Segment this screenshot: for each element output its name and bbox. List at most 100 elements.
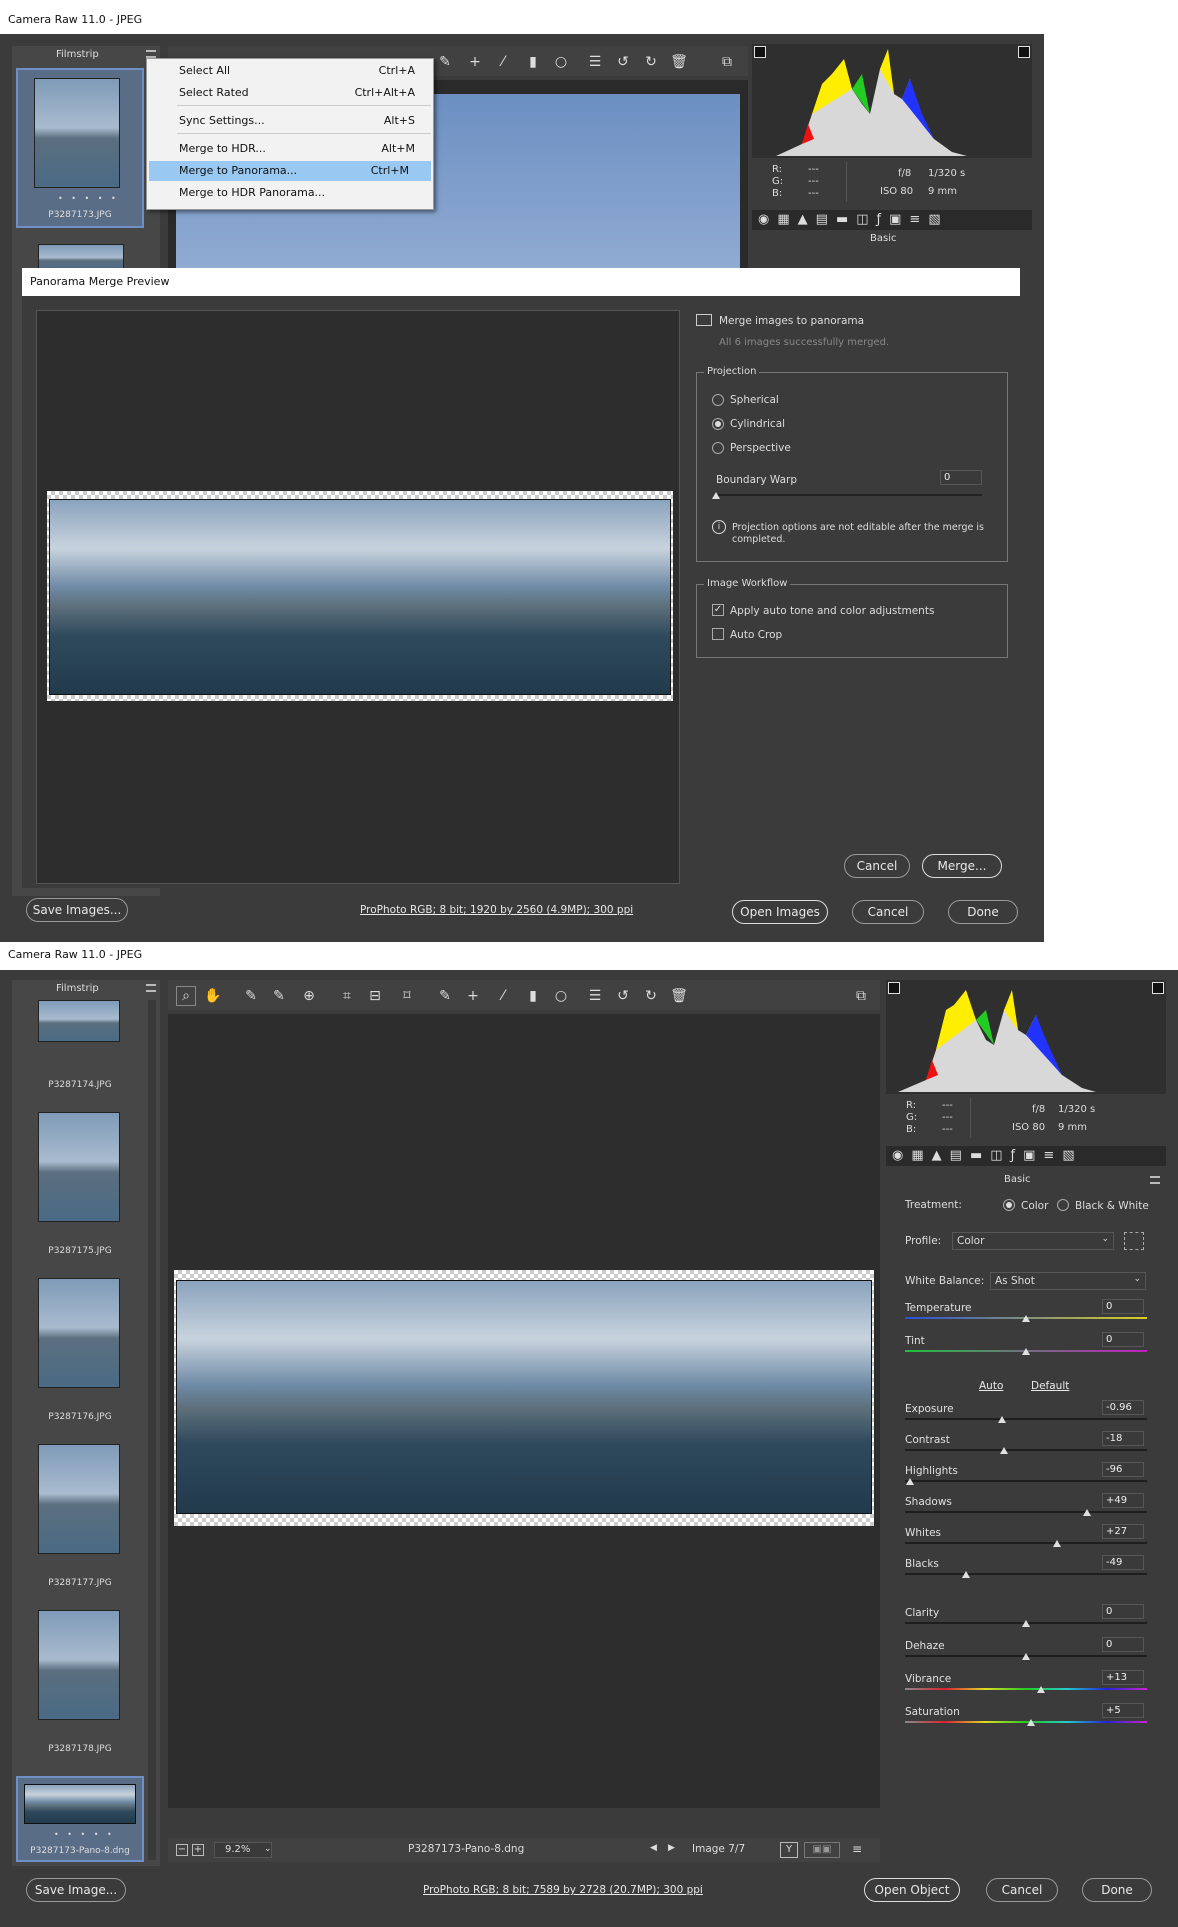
next-image-icon[interactable]: ▶ xyxy=(668,1843,675,1853)
slider-value-input[interactable]: +5 xyxy=(1102,1703,1144,1718)
spherical-radio[interactable] xyxy=(712,394,724,406)
menu-merge-panorama[interactable]: Merge to Panorama... Ctrl+M xyxy=(149,161,431,181)
rotate-left-icon[interactable]: ↺ xyxy=(614,988,632,1004)
slider-track[interactable] xyxy=(905,1542,1147,1544)
save-images-button[interactable]: Save Images... xyxy=(26,898,128,922)
snapshots-icon[interactable]: ▧ xyxy=(928,212,948,227)
boundary-warp-input[interactable]: 0 xyxy=(940,470,982,485)
cancel-button[interactable]: Cancel xyxy=(852,900,924,924)
brush-icon[interactable]: ⁄ xyxy=(494,988,512,1004)
tone-curve-icon[interactable]: ▦ xyxy=(911,1148,931,1163)
perspective-radio[interactable] xyxy=(712,442,724,454)
detail-icon[interactable]: ▲ xyxy=(932,1148,950,1163)
target-adjust-icon[interactable]: ⊕ xyxy=(300,988,318,1004)
menu-merge-hdr[interactable]: Merge to HDR... Alt+M xyxy=(147,139,437,159)
save-image-button[interactable]: Save Image... xyxy=(26,1878,126,1902)
radial-filter-icon[interactable]: ○ xyxy=(552,54,570,70)
color-sampler-icon[interactable]: ✎ xyxy=(270,988,288,1004)
straighten-icon[interactable]: ⊟ xyxy=(366,988,384,1004)
done-button[interactable]: Done xyxy=(948,900,1018,924)
lens-icon[interactable]: ◫ xyxy=(990,1148,1010,1163)
hand-icon[interactable]: ✋ xyxy=(204,988,222,1004)
slider-value-input[interactable]: -0.96 xyxy=(1102,1400,1144,1415)
preferences-icon[interactable]: ⧉ xyxy=(718,54,736,70)
red-eye-icon[interactable]: ✎ xyxy=(436,988,454,1004)
open-images-button[interactable]: Open Images xyxy=(732,900,828,924)
slider-value-input[interactable]: -18 xyxy=(1102,1431,1144,1446)
trash-icon[interactable]: 🗑 xyxy=(670,988,688,1004)
basic-tab-icon[interactable]: ◉ xyxy=(758,212,777,227)
slider-knob[interactable] xyxy=(1000,1447,1009,1454)
slider-track[interactable] xyxy=(905,1480,1147,1482)
highlight-clip-icon[interactable] xyxy=(1152,982,1164,994)
slider-value-input[interactable]: 0 xyxy=(1102,1604,1144,1619)
panel-menu-icon[interactable] xyxy=(1150,1176,1160,1184)
presets-icon[interactable]: ≡ xyxy=(1043,1148,1062,1163)
slider-value-input[interactable]: -96 xyxy=(1102,1462,1144,1477)
auto-tone-checkbox[interactable]: ✓ xyxy=(712,604,724,616)
slider-value-input[interactable]: -49 xyxy=(1102,1555,1144,1570)
rotate-right-icon[interactable]: ↻ xyxy=(642,54,660,70)
trash-icon[interactable]: 🗑 xyxy=(670,54,688,70)
slider-knob[interactable] xyxy=(1036,1686,1045,1693)
zoom-icon[interactable]: ⌕ xyxy=(176,986,196,1006)
calibration-icon[interactable]: ▣ xyxy=(889,212,909,227)
thumbnail-image[interactable] xyxy=(38,1610,120,1720)
treatment-color-radio[interactable] xyxy=(1003,1199,1015,1211)
slider-value-input[interactable]: +27 xyxy=(1102,1524,1144,1539)
lens-icon[interactable]: ◫ xyxy=(856,212,876,227)
auto-crop-checkbox[interactable] xyxy=(712,628,724,640)
presets-icon[interactable]: ≡ xyxy=(909,212,928,227)
slider-knob[interactable] xyxy=(1053,1540,1062,1547)
rotate-right-icon[interactable]: ↻ xyxy=(642,988,660,1004)
slider-value-input[interactable]: 0 xyxy=(1102,1332,1144,1347)
effects-icon[interactable]: ƒ xyxy=(877,212,890,227)
slider-knob[interactable] xyxy=(1082,1509,1091,1516)
slider-knob[interactable] xyxy=(1022,1348,1030,1355)
slider-track[interactable] xyxy=(905,1449,1147,1451)
cancel-button[interactable]: Cancel xyxy=(986,1878,1058,1902)
filmstrip-menu-icon[interactable] xyxy=(146,50,156,58)
zoom-out-icon[interactable]: − xyxy=(176,1844,188,1856)
thumbnail-image[interactable] xyxy=(38,1000,120,1042)
hsl-icon[interactable]: ▤ xyxy=(816,212,836,227)
zoom-dropdown-icon[interactable]: ⌄ xyxy=(264,1844,272,1854)
slider-value-input[interactable]: +13 xyxy=(1102,1670,1144,1685)
snapshots-icon[interactable]: ▧ xyxy=(1062,1148,1082,1163)
white-balance-icon[interactable]: ✎ xyxy=(242,988,260,1004)
menu-merge-hdr-panorama[interactable]: Merge to HDR Panorama... xyxy=(147,183,437,203)
eyedropper-icon[interactable]: ✎ xyxy=(436,54,454,70)
crop-icon[interactable]: ⌗ xyxy=(338,988,356,1004)
dialog-cancel-button[interactable]: Cancel xyxy=(844,854,910,878)
radial-filter-icon[interactable]: ○ xyxy=(552,988,570,1004)
filmstrip-menu-icon[interactable] xyxy=(146,984,156,992)
rotate-left-icon[interactable]: ↺ xyxy=(614,54,632,70)
auto-link[interactable]: Auto xyxy=(979,1380,1003,1392)
shadow-clip-icon[interactable] xyxy=(754,46,766,58)
dialog-merge-button[interactable]: Merge... xyxy=(922,854,1002,878)
open-object-button[interactable]: Open Object xyxy=(864,1878,960,1902)
split-toning-icon[interactable]: ▬ xyxy=(836,212,856,227)
menu-select-rated[interactable]: Select Rated Ctrl+Alt+A xyxy=(147,83,437,103)
list-icon[interactable]: ☰ xyxy=(586,54,604,70)
hsl-icon[interactable]: ▤ xyxy=(950,1148,970,1163)
brush-icon[interactable]: ⁄ xyxy=(494,54,512,70)
slider-track[interactable] xyxy=(905,1418,1147,1420)
spot-removal-icon[interactable]: + xyxy=(466,54,484,70)
graduated-filter-icon[interactable]: ▮ xyxy=(524,54,542,70)
preferences-icon[interactable]: ⧉ xyxy=(852,988,870,1004)
workflow-options-link[interactable]: ProPhoto RGB; 8 bit; 1920 by 2560 (4.9MP… xyxy=(360,904,633,916)
calibration-icon[interactable]: ▣ xyxy=(1023,1148,1043,1163)
thumbnail-image[interactable] xyxy=(38,1112,120,1222)
cylindrical-radio[interactable] xyxy=(712,418,724,430)
spot-removal-icon[interactable]: + xyxy=(464,988,482,1004)
slider-value-input[interactable]: 0 xyxy=(1102,1637,1144,1652)
slider-knob[interactable] xyxy=(1026,1719,1035,1726)
zoom-in-icon[interactable]: + xyxy=(192,1844,204,1856)
slider-knob[interactable] xyxy=(961,1571,970,1578)
slider-value-input[interactable]: +49 xyxy=(1102,1493,1144,1508)
split-toning-icon[interactable]: ▬ xyxy=(970,1148,990,1163)
treatment-bw-radio[interactable] xyxy=(1057,1199,1069,1211)
shadow-clip-icon[interactable] xyxy=(888,982,900,994)
prev-image-icon[interactable]: ◀ xyxy=(650,1843,657,1853)
